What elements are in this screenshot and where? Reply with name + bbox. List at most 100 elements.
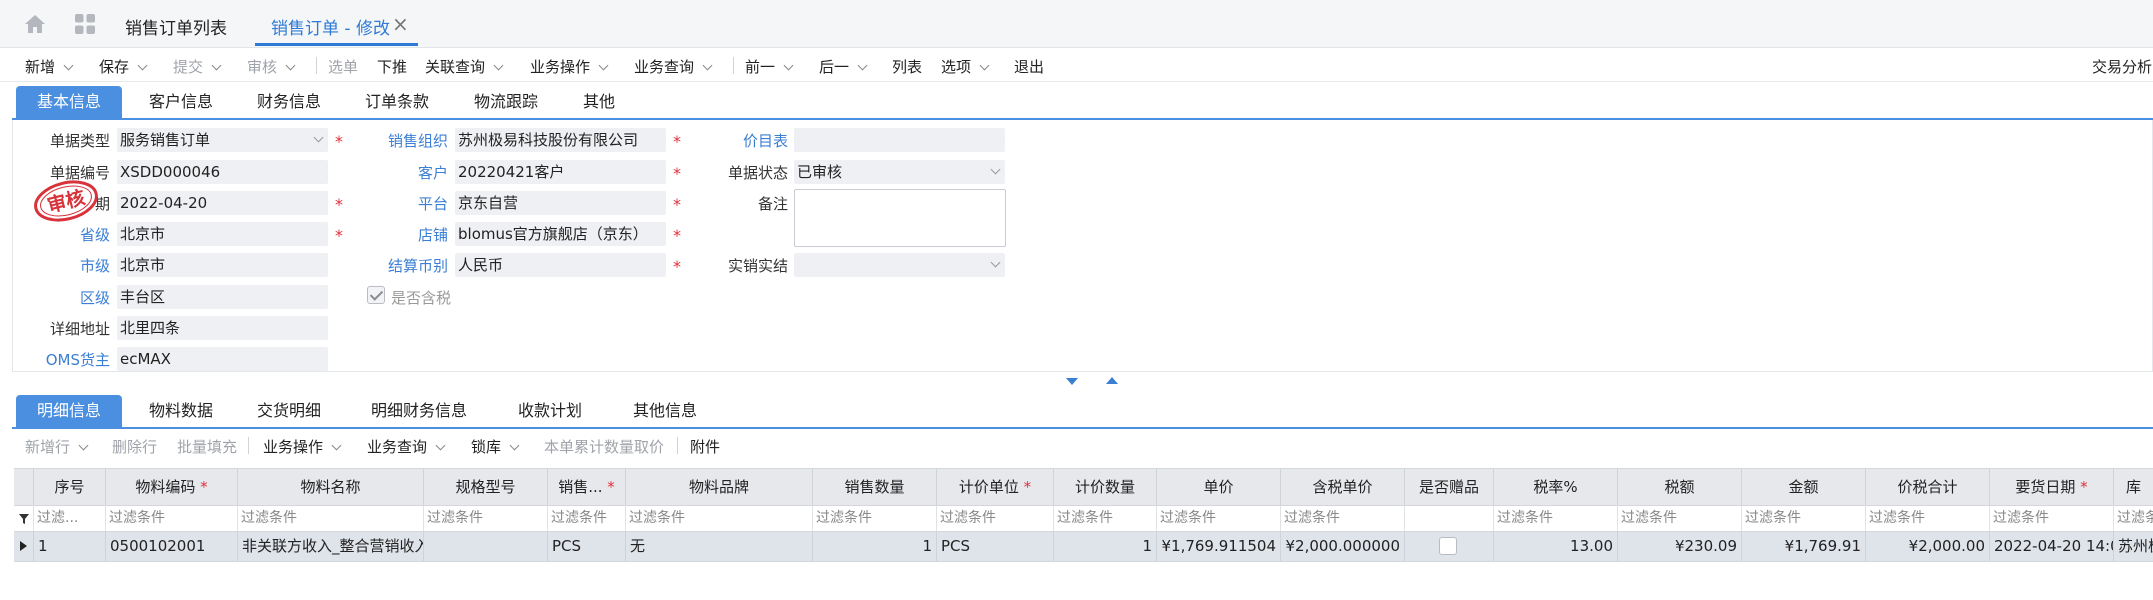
tab-delivery-detail[interactable]: 交货明细: [241, 395, 337, 427]
filter-input[interactable]: 过滤条件: [548, 506, 626, 531]
filter-icon[interactable]: [14, 506, 34, 531]
tab-material-data[interactable]: 物料数据: [132, 395, 230, 427]
cell-delivery-date[interactable]: 2022-04-20 14:0: [1990, 532, 2114, 561]
tab-other[interactable]: 其他: [566, 86, 632, 118]
delete-row-button[interactable]: 删除行: [112, 436, 157, 457]
filter-input[interactable]: 过滤条件: [1742, 506, 1866, 531]
tab-detail-info[interactable]: 明细信息: [16, 395, 122, 427]
tab-logistics-tracking[interactable]: 物流跟踪: [457, 86, 555, 118]
col-brand[interactable]: 物料品牌: [626, 469, 813, 505]
col-stock[interactable]: 库: [2114, 469, 2153, 505]
col-amount[interactable]: 金额: [1742, 469, 1866, 505]
tab-payment-plan[interactable]: 收款计划: [501, 395, 599, 427]
remark-textarea[interactable]: [794, 189, 1006, 247]
doc-type-select[interactable]: 服务销售订单: [117, 128, 328, 152]
filter-input[interactable]: 过滤条件: [1157, 506, 1281, 531]
filter-input[interactable]: 过滤条件: [238, 506, 424, 531]
gift-checkbox[interactable]: [1439, 537, 1457, 555]
cell-seq[interactable]: 1: [34, 532, 106, 561]
col-seq[interactable]: 序号: [34, 469, 106, 505]
tax-included-checkbox[interactable]: [367, 286, 385, 304]
tab-order-terms[interactable]: 订单条款: [348, 86, 446, 118]
filter-input[interactable]: 过滤条件: [1494, 506, 1618, 531]
real-sale-select[interactable]: [794, 253, 1005, 277]
cell-tax-rate[interactable]: 13.00: [1494, 532, 1618, 561]
col-price-qty[interactable]: 计价数量: [1054, 469, 1157, 505]
tab-sales-order-list[interactable]: 销售订单列表: [125, 14, 227, 39]
col-is-gift[interactable]: 是否赠品: [1405, 469, 1494, 505]
filter-input[interactable]: 过滤条件: [1866, 506, 1990, 531]
doc-status-select[interactable]: 已审核: [794, 160, 1005, 184]
sales-org-label[interactable]: 销售组织: [348, 130, 448, 151]
shop-label[interactable]: 店铺: [348, 224, 448, 245]
tab-other-info[interactable]: 其他信息: [610, 395, 720, 427]
submit-button[interactable]: 提交: [173, 56, 222, 77]
lock-stock-button[interactable]: 锁库: [471, 436, 520, 457]
address-field[interactable]: 北里四条: [117, 316, 328, 340]
trade-analysis-button[interactable]: 交易分析: [2092, 56, 2152, 77]
sales-org-field[interactable]: 苏州极易科技股份有限公司: [455, 128, 666, 152]
audit-button[interactable]: 审核: [247, 56, 296, 77]
collapse-up-icon[interactable]: [1106, 377, 1118, 384]
tab-sales-order-edit[interactable]: 销售订单 - 修改: [271, 14, 390, 39]
detail-business-query-button[interactable]: 业务查询: [367, 436, 446, 457]
col-tax-unit-price[interactable]: 含税单价: [1281, 469, 1405, 505]
app-grid-icon[interactable]: [75, 14, 95, 34]
filter-input[interactable]: 过滤条件: [1281, 506, 1405, 531]
filter-input[interactable]: 过滤条件: [106, 506, 238, 531]
attachment-button[interactable]: 附件: [690, 436, 720, 457]
cell-unit-price[interactable]: ¥1,769.911504: [1157, 532, 1281, 561]
cell-sales-unit[interactable]: PCS: [548, 532, 626, 561]
cell-tax-amount[interactable]: ¥230.09: [1618, 532, 1742, 561]
customer-label[interactable]: 客户: [348, 162, 448, 183]
collapse-down-icon[interactable]: [1066, 378, 1078, 385]
business-ops-button[interactable]: 业务操作: [530, 56, 609, 77]
cell-amount[interactable]: ¥1,769.91: [1742, 532, 1866, 561]
province-field[interactable]: 北京市: [117, 222, 328, 246]
col-spec[interactable]: 规格型号: [424, 469, 548, 505]
qty-price-button[interactable]: 本单累计数量取价: [544, 436, 664, 457]
city-field[interactable]: 北京市: [117, 253, 328, 277]
filter-input[interactable]: 过滤...: [34, 506, 106, 531]
cell-brand[interactable]: 无: [626, 532, 813, 561]
cell-total[interactable]: ¥2,000.00: [1866, 532, 1990, 561]
add-row-button[interactable]: 新增行: [25, 436, 89, 457]
cell-price-unit[interactable]: PCS: [937, 532, 1054, 561]
exit-button[interactable]: 退出: [1014, 56, 1044, 77]
next-button[interactable]: 后一: [819, 56, 868, 77]
oms-owner-field[interactable]: ecMAX: [117, 347, 328, 371]
filter-input[interactable]: 过滤条件: [1054, 506, 1157, 531]
col-sales-qty[interactable]: 销售数量: [813, 469, 937, 505]
filter-input[interactable]: 过滤条件: [424, 506, 548, 531]
district-field[interactable]: 丰台区: [117, 285, 328, 309]
col-unit-price[interactable]: 单价: [1157, 469, 1281, 505]
tab-detail-finance[interactable]: 明细财务信息: [348, 395, 490, 427]
cell-sales-qty[interactable]: 1: [813, 532, 937, 561]
close-tab-icon[interactable]: ×: [392, 12, 409, 36]
home-icon[interactable]: [24, 14, 46, 34]
batch-fill-button[interactable]: 批量填充: [177, 436, 237, 457]
col-price-unit[interactable]: 计价单位 *: [937, 469, 1054, 505]
tab-customer-info[interactable]: 客户信息: [132, 86, 230, 118]
business-query-button[interactable]: 业务查询: [634, 56, 713, 77]
options-button[interactable]: 选项: [941, 56, 990, 77]
filter-input[interactable]: 过滤条件: [2114, 506, 2153, 531]
col-tax-rate[interactable]: 税率%: [1494, 469, 1618, 505]
province-label[interactable]: 省级: [10, 224, 110, 245]
price-list-label[interactable]: 价目表: [688, 130, 788, 151]
col-material-code[interactable]: 物料编码 *: [106, 469, 238, 505]
new-button[interactable]: 新增: [25, 56, 74, 77]
cell-spec[interactable]: [424, 532, 548, 561]
prev-button[interactable]: 前一: [745, 56, 794, 77]
col-total[interactable]: 价税合计: [1866, 469, 1990, 505]
push-down-button[interactable]: 下推: [377, 56, 407, 77]
platform-field[interactable]: 京东自营: [455, 191, 666, 215]
table-row[interactable]: 1 0500102001 非关联方收入_整合营销收入 PCS 无 1 PCS 1…: [14, 532, 2153, 562]
shop-field[interactable]: blomus官方旗舰店（京东）: [455, 222, 666, 246]
col-sales-unit[interactable]: 销售... *: [548, 469, 626, 505]
currency-field[interactable]: 人民币: [455, 253, 666, 277]
cell-price-qty[interactable]: 1: [1054, 532, 1157, 561]
filter-input[interactable]: 过滤条件: [813, 506, 937, 531]
customer-field[interactable]: 20220421客户: [455, 160, 666, 184]
cell-material-code[interactable]: 0500102001: [106, 532, 238, 561]
